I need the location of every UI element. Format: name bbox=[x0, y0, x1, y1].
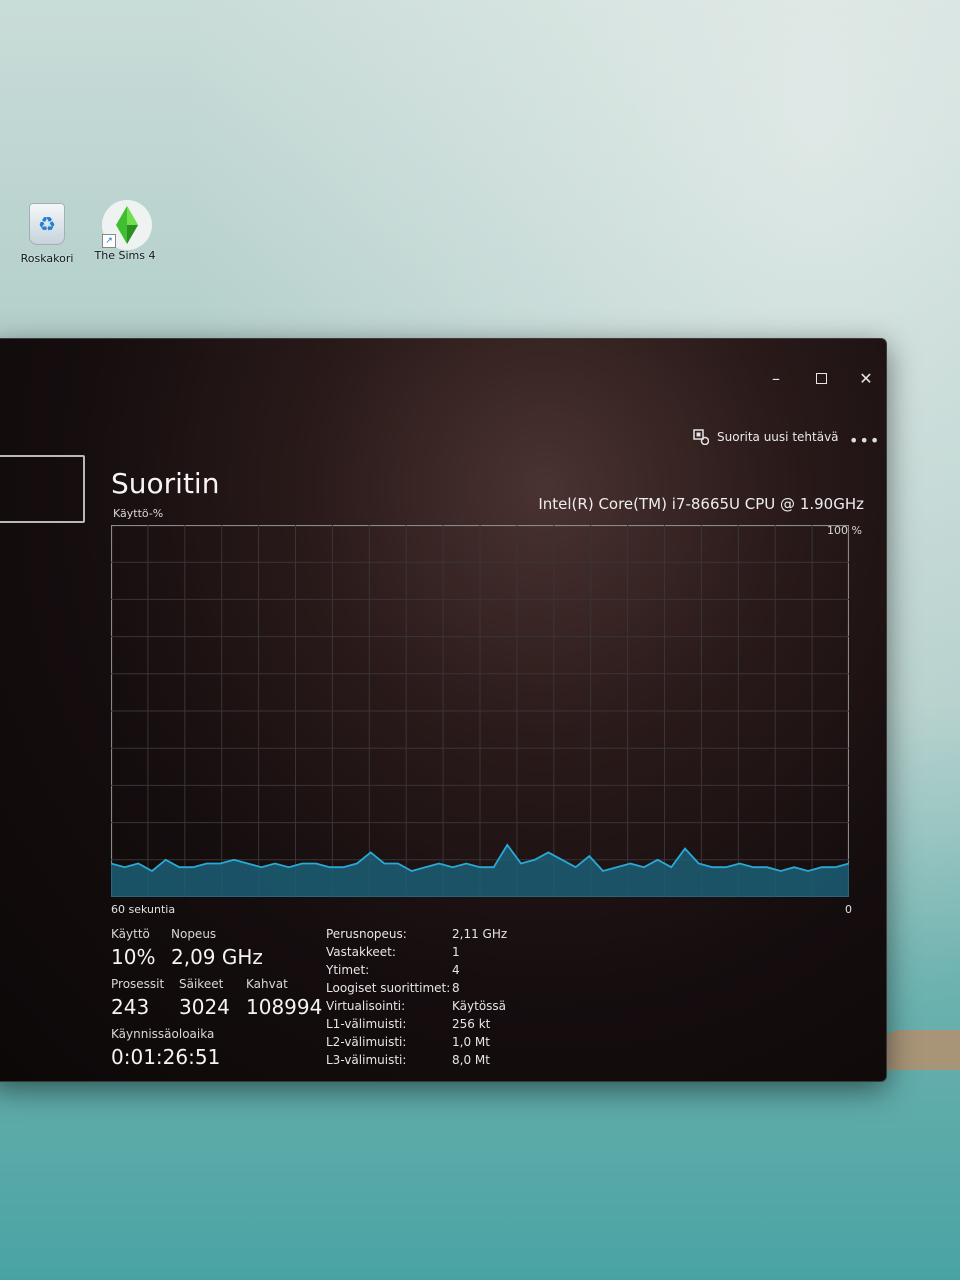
spec-row: L3-välimuisti: 8,0 Mt bbox=[326, 1053, 507, 1071]
spec-value: 2,11 GHz bbox=[452, 927, 508, 941]
spec-label: Ytimet: bbox=[326, 963, 370, 977]
stat-handles-value: 108994 bbox=[246, 995, 323, 1019]
stat-uptime-label: Käynnissäoloaika bbox=[111, 1027, 215, 1041]
stat-usage: Käyttö 10% bbox=[111, 927, 155, 969]
desktop-icon-sims4[interactable]: ↗ The Sims 4 bbox=[90, 200, 160, 262]
stat-handles-label: Kahvat bbox=[246, 977, 288, 991]
cpu-utilization-graph bbox=[111, 525, 849, 897]
spec-label: Vastakkeet: bbox=[326, 945, 396, 959]
stat-processes-value: 243 bbox=[111, 995, 150, 1019]
spec-label: L2-välimuisti: bbox=[326, 1035, 407, 1049]
run-new-task-button[interactable]: Suorita uusi tehtävä bbox=[693, 429, 839, 445]
stat-usage-label: Käyttö bbox=[111, 927, 150, 941]
shortcut-arrow-icon: ↗ bbox=[102, 234, 116, 248]
spec-row: Vastakkeet: 1 bbox=[326, 945, 507, 963]
spec-row: Ytimet: 4 bbox=[326, 963, 507, 981]
stat-threads-label: Säikeet bbox=[179, 977, 224, 991]
maximize-button[interactable] bbox=[811, 369, 831, 389]
minimize-button[interactable]: – bbox=[766, 369, 786, 389]
desktop-icon-label: The Sims 4 bbox=[94, 249, 156, 262]
spec-value: Käytössä bbox=[452, 999, 507, 1013]
spec-value: 256 kt bbox=[452, 1017, 491, 1031]
spec-row: Loogiset suorittimet: 8 bbox=[326, 981, 507, 999]
stat-speed-value: 2,09 GHz bbox=[171, 945, 263, 969]
sidebar-selected-item[interactable] bbox=[0, 455, 85, 523]
spec-row: Perusnopeus: 2,11 GHz bbox=[326, 927, 507, 945]
graph-time-left-label: 60 sekuntia bbox=[111, 903, 176, 916]
stat-threads: Säikeet 3024 bbox=[179, 977, 230, 1019]
page-title: Suoritin bbox=[111, 467, 220, 500]
run-task-label: Suorita uusi tehtävä bbox=[717, 430, 839, 444]
spec-row: Virtualisointi: Käytössä bbox=[326, 999, 507, 1017]
desktop-icon-label: Roskakori bbox=[20, 252, 74, 265]
stat-uptime: Käynnissäoloaika 0:01:26:51 bbox=[111, 1027, 220, 1069]
spec-value: 4 bbox=[452, 963, 460, 977]
stat-processes-label: Prosessit bbox=[111, 977, 165, 991]
maximize-icon bbox=[815, 373, 827, 384]
spec-label: Loogiset suorittimet: bbox=[326, 981, 451, 995]
stat-usage-value: 10% bbox=[111, 945, 156, 969]
stat-speed: Nopeus 2,09 GHz bbox=[171, 927, 263, 969]
spec-value: 8 bbox=[452, 981, 460, 995]
utilization-axis-label: Käyttö-% bbox=[113, 507, 164, 520]
spec-value: 8,0 Mt bbox=[452, 1053, 490, 1067]
cpu-model-name: Intel(R) Core(TM) i7-8665U CPU @ 1.90GHz bbox=[538, 495, 864, 513]
spec-row: L1-välimuisti: 256 kt bbox=[326, 1017, 507, 1035]
stat-threads-value: 3024 bbox=[179, 995, 230, 1019]
cpu-specs-table: Perusnopeus: 2,11 GHz Vastakkeet: 1 Ytimet… bbox=[326, 927, 507, 1071]
spec-value: 1,0 Mt bbox=[452, 1035, 490, 1049]
spec-label: Perusnopeus: bbox=[326, 927, 407, 941]
spec-label: L1-välimuisti: bbox=[326, 1017, 407, 1031]
run-task-icon bbox=[693, 429, 709, 445]
spec-value: 1 bbox=[452, 945, 460, 959]
stat-uptime-value: 0:01:26:51 bbox=[111, 1045, 221, 1069]
spec-label: Virtualisointi: bbox=[326, 999, 406, 1013]
stat-handles: Kahvat 108994 bbox=[246, 977, 322, 1019]
stat-processes: Prosessit 243 bbox=[111, 977, 164, 1019]
stat-speed-label: Nopeus bbox=[171, 927, 217, 941]
graph-time-right-label: 0 bbox=[845, 903, 852, 916]
task-manager-window: – ✕ Suorita uusi tehtävä ••• Suoritin In… bbox=[0, 338, 887, 1082]
recycle-bin-icon: ♻ bbox=[29, 203, 65, 245]
spec-row: L2-välimuisti: 1,0 Mt bbox=[326, 1035, 507, 1053]
graph-grid bbox=[111, 525, 849, 897]
more-options-button[interactable]: ••• bbox=[849, 431, 880, 450]
desktop-icon-recycle-bin[interactable]: ♻ Roskakori bbox=[12, 200, 82, 265]
spec-label: L3-välimuisti: bbox=[326, 1053, 407, 1067]
close-button[interactable]: ✕ bbox=[856, 369, 876, 389]
